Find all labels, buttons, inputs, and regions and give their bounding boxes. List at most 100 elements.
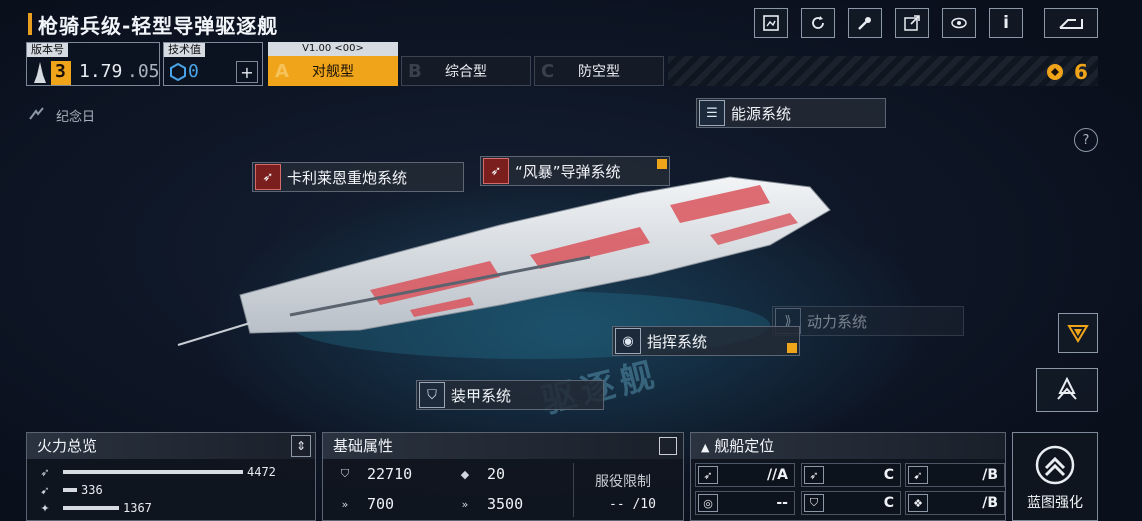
- firepower-value: 4472: [247, 465, 276, 479]
- command-icon: ◉: [615, 328, 641, 354]
- tech-label: 技术值: [164, 43, 205, 57]
- back-button[interactable]: [1044, 8, 1098, 38]
- new-badge: [787, 343, 797, 353]
- collapse-icon[interactable]: ⇕: [291, 435, 311, 457]
- module-power[interactable]: ⟫ 动力系统: [772, 306, 964, 336]
- upgrade-icon: [1035, 445, 1075, 485]
- firepower-bar: [63, 506, 119, 510]
- armor-icon: ⛉: [804, 494, 824, 512]
- speed-icon: »: [341, 497, 349, 511]
- module-label: “风暴”导弹系统: [515, 162, 621, 181]
- service-value: -- /10: [609, 497, 656, 512]
- armor-icon: ◆: [460, 467, 470, 481]
- firepower-bar: [63, 488, 77, 492]
- header-stripe: [668, 56, 1098, 86]
- hp-value: 22710: [367, 465, 413, 483]
- ship-class-icon: [34, 62, 46, 83]
- firepower-value: 336: [81, 483, 103, 497]
- tab-label: 对舰型: [312, 64, 354, 80]
- service-label: 服役限制: [595, 474, 651, 490]
- info-button[interactable]: i: [989, 8, 1023, 38]
- module-label: 动力系统: [807, 312, 868, 331]
- version-number: 1.79: [79, 61, 123, 82]
- position-cell[interactable]: ➹ /B: [905, 463, 1005, 487]
- divider: [573, 463, 574, 517]
- position-cell[interactable]: ❖ /B: [905, 491, 1005, 515]
- fleet-button[interactable]: [1036, 368, 1098, 412]
- position-grade: C: [883, 495, 894, 511]
- tab-version-label: V1.00 <00>: [268, 42, 398, 56]
- firepower-bar: [63, 470, 243, 474]
- blueprint-upgrade-button[interactable]: 蓝图强化: [1012, 432, 1098, 521]
- new-badge: [657, 159, 667, 169]
- position-cell[interactable]: ➶ //A: [695, 463, 795, 487]
- position-cell[interactable]: ➶ C: [801, 463, 901, 487]
- tab-letter: B: [408, 61, 422, 82]
- tech-icon: [170, 63, 186, 81]
- list-icon: ☰: [699, 100, 725, 126]
- range-value: 3500: [487, 495, 524, 513]
- help-button[interactable]: ?: [1074, 128, 1098, 152]
- fleet-icon: [1057, 377, 1077, 400]
- tab-letter: A: [275, 61, 289, 82]
- siege-icon: ✦: [40, 501, 50, 515]
- shield-icon: ⛉: [419, 382, 445, 408]
- tools-icon: [858, 17, 871, 30]
- refresh-icon: [812, 16, 824, 29]
- refresh-button[interactable]: [801, 8, 835, 38]
- position-cell[interactable]: ◎ --: [695, 491, 795, 515]
- positioning-title: ▲ 舰船定位: [691, 433, 1005, 459]
- position-grade: /B: [982, 467, 998, 483]
- position-grade: /B: [982, 495, 998, 511]
- share-button[interactable]: [895, 8, 929, 38]
- module-energy[interactable]: ☰ 能源系统: [696, 98, 886, 128]
- module-label: 指挥系统: [647, 332, 708, 351]
- tech-value: 0: [188, 61, 199, 82]
- upgrade-label: 蓝图强化: [1027, 495, 1083, 511]
- antiair-icon: ➹: [908, 466, 928, 484]
- module-label: 装甲系统: [451, 386, 512, 405]
- antiship-icon: ➶: [804, 466, 824, 484]
- tab-antiair[interactable]: C 防空型: [534, 56, 664, 86]
- ship-bow-spike: [177, 322, 251, 346]
- module-armor[interactable]: ⛉ 装甲系统: [416, 380, 604, 410]
- info-icon: i: [1003, 13, 1009, 33]
- module-missile[interactable]: ➶ “风暴”导弹系统: [480, 156, 670, 186]
- tab-letter: C: [541, 61, 555, 82]
- filter-button[interactable]: [1058, 313, 1098, 353]
- firepower-value: 1367: [123, 501, 152, 515]
- attributes-panel: 基础属性 ⛉ 22710 ◆ 20 » 700 » 3500 服役限制 -- /…: [322, 432, 684, 521]
- tab-antiship[interactable]: A 对舰型: [268, 56, 398, 86]
- blueprint-icon-button[interactable]: [754, 8, 788, 38]
- view-button[interactable]: [942, 8, 976, 38]
- tab-label: 综合型: [445, 64, 487, 80]
- hp-icon: ⛉: [340, 467, 350, 480]
- memorial-label[interactable]: 纪念日: [56, 106, 95, 125]
- version-sub: .05: [127, 61, 160, 82]
- expand-icon[interactable]: [659, 437, 677, 455]
- module-command[interactable]: ◉ 指挥系统: [612, 326, 800, 356]
- module-icon: ❖: [908, 494, 928, 512]
- view-icon: [951, 17, 967, 29]
- target-icon: ◎: [698, 494, 718, 512]
- antiair-icon: ➹: [40, 483, 50, 497]
- version-tier: 3: [55, 61, 66, 82]
- blueprint-icon: [763, 15, 779, 31]
- armor-value: 20: [487, 465, 506, 483]
- title-accent: [28, 13, 32, 35]
- tools-button[interactable]: [848, 8, 882, 38]
- triangle-icon: [1067, 325, 1089, 343]
- position-cell[interactable]: ⛉ C: [801, 491, 901, 515]
- version-label: 版本号: [27, 43, 68, 57]
- memorial-icon: [29, 107, 44, 120]
- position-grade: C: [883, 467, 894, 483]
- module-cannon[interactable]: ➶ 卡利莱恩重炮系统: [252, 162, 464, 192]
- antiship-icon: ➶: [40, 465, 50, 479]
- cannon-icon: ➶: [255, 164, 281, 190]
- tab-general[interactable]: B 综合型: [401, 56, 531, 86]
- tech-add-button[interactable]: +: [236, 61, 258, 83]
- variant-tabs: V1.00 <00> A 对舰型 B 综合型 C 防空型: [268, 42, 664, 86]
- positioning-panel: ▲ 舰船定位 ➶//A ➶ C ➹/B ◎ -- ⛉ C ❖/B: [690, 432, 1006, 521]
- module-label: 能源系统: [731, 104, 792, 123]
- range-icon: »: [461, 497, 469, 511]
